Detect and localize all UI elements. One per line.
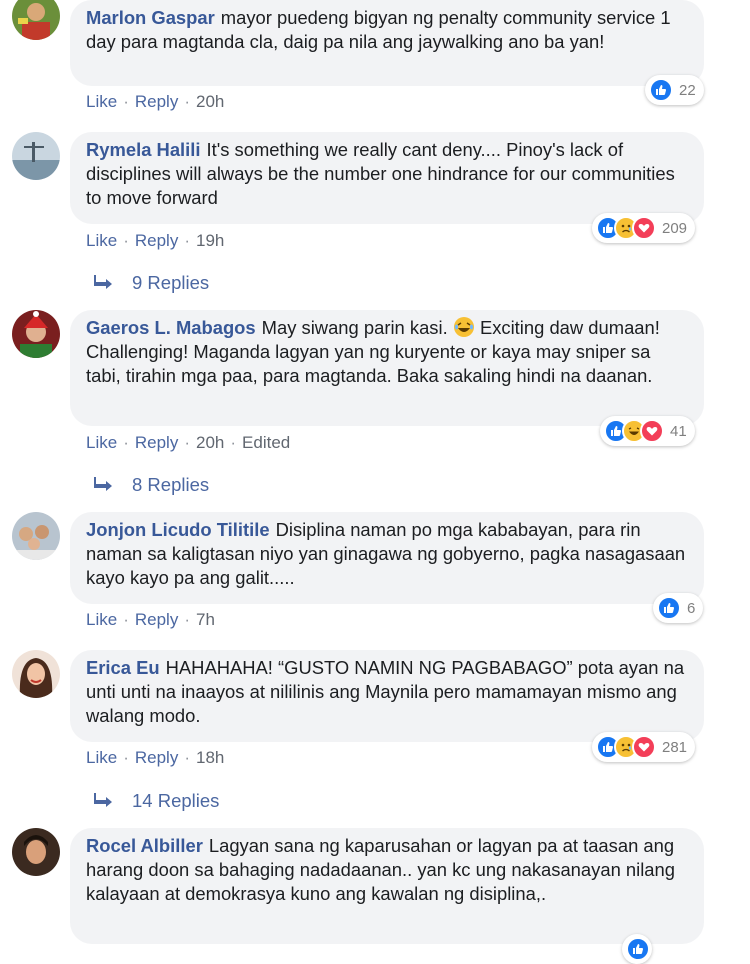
like-link[interactable]: Like xyxy=(86,610,117,630)
comment-bubble: Erica Eu HAHAHAHA! “GUSTO NAMIN NG PAGBAB… xyxy=(70,650,704,742)
reply-link[interactable]: Reply xyxy=(135,610,178,630)
reaction-summary[interactable]: 281 xyxy=(592,732,696,762)
reaction-summary[interactable]: 41 xyxy=(600,416,695,446)
timestamp[interactable]: 19h xyxy=(196,231,224,251)
reaction-summary[interactable]: 209 xyxy=(592,213,696,243)
reply-arrow-icon xyxy=(94,272,114,294)
avatar[interactable] xyxy=(12,310,60,358)
comment-actions: Like · Reply · 7h xyxy=(86,610,215,630)
comment-actions: Like · Reply · 19h xyxy=(86,231,224,251)
timestamp[interactable]: 20h xyxy=(196,92,224,112)
avatar[interactable] xyxy=(12,0,60,40)
love-icon xyxy=(632,216,656,240)
comment-actions: Like · Reply · 20h xyxy=(86,92,224,112)
love-icon xyxy=(632,735,656,759)
comment-author[interactable]: Jonjon Licudo Tilitile xyxy=(86,519,270,540)
reply-link[interactable]: Reply xyxy=(135,433,178,453)
comment-author[interactable]: Gaeros L. Mabagos xyxy=(86,317,256,338)
reply-link[interactable]: Reply xyxy=(135,748,178,768)
replies-count[interactable]: 14 Replies xyxy=(132,790,219,812)
separator: · xyxy=(123,748,129,767)
separator: · xyxy=(123,231,129,250)
separator: · xyxy=(184,610,190,629)
reaction-count: 209 xyxy=(662,219,688,237)
like-link[interactable]: Like xyxy=(86,92,117,112)
view-replies[interactable]: 14 Replies xyxy=(94,790,219,812)
reply-link[interactable]: Reply xyxy=(135,92,178,112)
reaction-count: 281 xyxy=(662,738,688,756)
comment-actions: Like · Reply · 20h · Edited xyxy=(86,433,290,453)
laughing-emoji-icon xyxy=(453,316,475,338)
comment-bubble: Gaeros L. Mabagos May siwang parin kasi. … xyxy=(70,310,704,426)
reaction-count: 6 xyxy=(687,599,696,617)
comment-bubble: Rocel Albiller Lagyan sana ng kaparusahan… xyxy=(70,828,704,944)
timestamp[interactable]: 20h xyxy=(196,433,224,453)
avatar[interactable] xyxy=(12,512,60,560)
like-link[interactable]: Like xyxy=(86,748,117,768)
reaction-summary[interactable]: 22 xyxy=(645,75,704,105)
comment-author[interactable]: Rocel Albiller xyxy=(86,835,203,856)
comment-text: HAHAHAHA! “GUSTO NAMIN NG PAGBABAGO” pot… xyxy=(86,657,685,726)
view-replies[interactable]: 9 Replies xyxy=(94,272,209,294)
reply-arrow-icon xyxy=(94,474,114,496)
reply-arrow-icon xyxy=(94,790,114,812)
comment-feed: Marlon Gaspar mayor puedeng bigyan ng pen… xyxy=(0,0,750,964)
reaction-summary[interactable] xyxy=(622,934,652,964)
reaction-summary[interactable]: 6 xyxy=(653,593,704,623)
reaction-count: 41 xyxy=(670,422,687,440)
separator: · xyxy=(123,433,129,452)
comment-bubble: Rymela Halili It's something we really ca… xyxy=(70,132,704,224)
love-icon xyxy=(640,419,664,443)
comment-bubble: Marlon Gaspar mayor puedeng bigyan ng pen… xyxy=(70,0,704,86)
separator: · xyxy=(184,433,190,452)
separator: · xyxy=(230,433,237,452)
avatar[interactable] xyxy=(12,132,60,180)
separator: · xyxy=(184,748,190,767)
like-icon xyxy=(626,937,650,961)
timestamp[interactable]: 7h xyxy=(196,610,215,630)
comment-text: May siwang parin kasi. xyxy=(261,317,448,338)
separator: · xyxy=(123,92,129,111)
separator: · xyxy=(123,610,129,629)
replies-count[interactable]: 8 Replies xyxy=(132,474,209,496)
like-icon xyxy=(657,596,681,620)
separator: · xyxy=(184,231,190,250)
timestamp[interactable]: 18h xyxy=(196,748,224,768)
comment-actions: Like · Reply · 18h xyxy=(86,748,224,768)
comment-bubble: Jonjon Licudo Tilitile Disiplina naman po… xyxy=(70,512,704,604)
comment-author[interactable]: Erica Eu xyxy=(86,657,160,678)
like-link[interactable]: Like xyxy=(86,231,117,251)
replies-count[interactable]: 9 Replies xyxy=(132,272,209,294)
avatar[interactable] xyxy=(12,650,60,698)
view-replies[interactable]: 8 Replies xyxy=(94,474,209,496)
reaction-count: 22 xyxy=(679,81,696,99)
separator: · xyxy=(184,92,190,111)
like-icon xyxy=(649,78,673,102)
reply-link[interactable]: Reply xyxy=(135,231,178,251)
like-link[interactable]: Like xyxy=(86,433,117,453)
comment-author[interactable]: Marlon Gaspar xyxy=(86,7,215,28)
avatar[interactable] xyxy=(12,828,60,876)
comment-author[interactable]: Rymela Halili xyxy=(86,139,200,160)
edited-label[interactable]: Edited xyxy=(242,433,290,453)
